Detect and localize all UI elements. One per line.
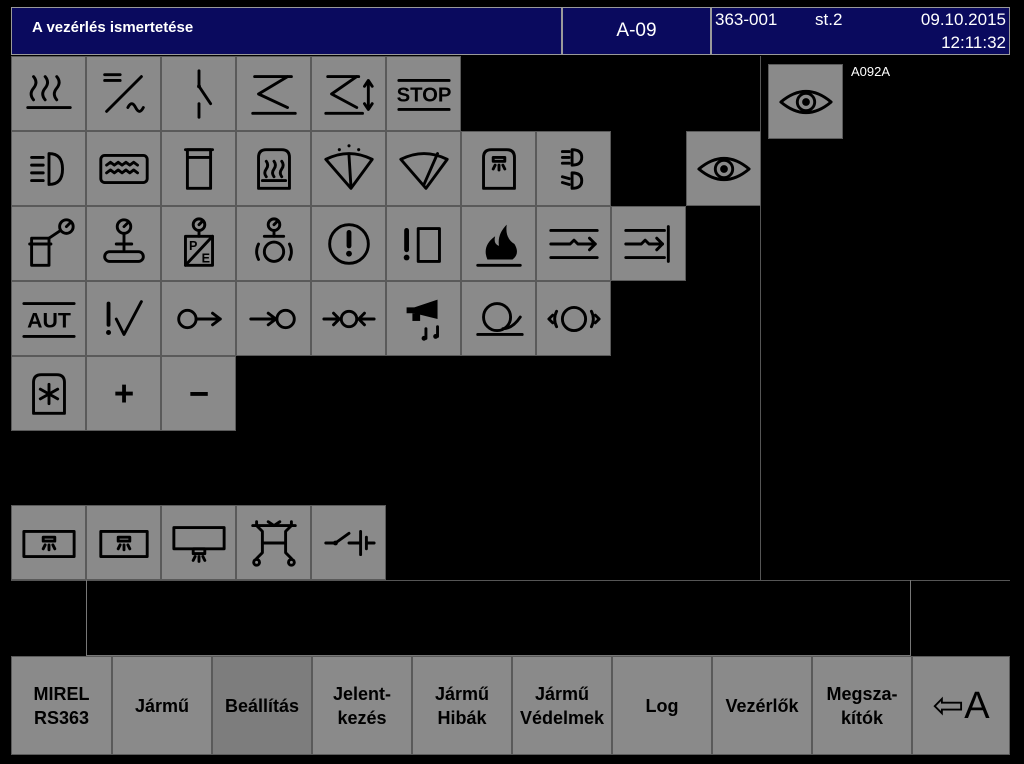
warning-circle-icon[interactable]: [311, 206, 386, 281]
nav-log-label: Log: [645, 695, 679, 716]
heating-panel-icon[interactable]: [86, 131, 161, 206]
nav-beallitas-label: Beállítás: [224, 695, 300, 716]
interior-light-small-icon[interactable]: [86, 505, 161, 580]
nav-vezerlok-label: Vezérlők: [725, 695, 799, 716]
nav-beallitas-button[interactable]: Beállítás: [212, 656, 312, 755]
headlight-beam-icon[interactable]: [536, 131, 611, 206]
roof-light-icon[interactable]: [161, 505, 236, 580]
screen-code-field: A-09: [562, 7, 711, 55]
cabinet-icon[interactable]: [161, 131, 236, 206]
status-panel: 363-001 st.2 09.10.2015 12:11:32: [711, 7, 1010, 55]
switch-icon[interactable]: [161, 56, 236, 131]
nav-mirel-label: MIREL RS363: [33, 683, 90, 728]
nav-megszakitok-label: Megsza- kítók: [826, 683, 898, 728]
pressure-pe-icon[interactable]: PE: [161, 206, 236, 281]
brake-both-icon[interactable]: [311, 281, 386, 356]
pressure-tank-icon[interactable]: [11, 206, 86, 281]
sanding-icon[interactable]: [461, 281, 536, 356]
nav-megszakitok-button[interactable]: Megsza- kítók: [812, 656, 912, 755]
nav-log-button[interactable]: Log: [612, 656, 712, 755]
message-divider-right: [910, 580, 911, 656]
coupling-icon[interactable]: [536, 206, 611, 281]
aut-icon[interactable]: AUT: [11, 281, 86, 356]
minus-icon[interactable]: −: [161, 356, 236, 431]
dc-ac-converter-icon[interactable]: [86, 56, 161, 131]
brake-release-icon[interactable]: [161, 281, 236, 356]
fire-icon[interactable]: [461, 206, 536, 281]
brake-apply-icon[interactable]: [236, 281, 311, 356]
preview-code-label: A092A: [851, 64, 891, 79]
check-icon[interactable]: [86, 281, 161, 356]
battery-switch-icon[interactable]: [311, 505, 386, 580]
wheel-pressure-icon[interactable]: [236, 206, 311, 281]
time-label: 12:11:32: [941, 33, 1006, 52]
cab-light-icon[interactable]: [461, 131, 536, 206]
nav-jarmu-label: Jármű: [134, 695, 190, 716]
horn-icon[interactable]: [386, 281, 461, 356]
pantograph-icon[interactable]: [236, 56, 311, 131]
wheel-slip-icon[interactable]: [536, 281, 611, 356]
aut-icon-text: AUT: [27, 308, 71, 332]
brake-pressure-icon[interactable]: [86, 206, 161, 281]
screen-code: A-09: [616, 20, 657, 41]
back-button[interactable]: ⇦A: [912, 656, 1010, 755]
nav-jarmu-vedelmek-label: Jármű Védelmek: [519, 683, 605, 728]
heater-icon[interactable]: [11, 56, 86, 131]
headlight-icon[interactable]: [11, 131, 86, 206]
nav-jarmu-hibak-button[interactable]: Jármű Hibák: [412, 656, 512, 755]
cab-heater-icon[interactable]: [236, 131, 311, 206]
plus-icon[interactable]: +: [86, 356, 161, 431]
nav-jelentkezes-button[interactable]: Jelent- kezés: [312, 656, 412, 755]
ac-snowflake-icon[interactable]: [11, 356, 86, 431]
wiper-spray-icon[interactable]: [311, 131, 386, 206]
nav-jarmu-vedelmek-button[interactable]: Jármű Védelmek: [512, 656, 612, 755]
preview-eye-icon: [768, 64, 843, 139]
bogie-icon[interactable]: [236, 505, 311, 580]
page-title: A vezérlés ismertetése: [32, 19, 194, 36]
nav-mirel-button[interactable]: MIREL RS363: [11, 656, 112, 755]
message-divider-left: [86, 580, 87, 656]
interior-light-icon[interactable]: [11, 505, 86, 580]
coupling-end-icon[interactable]: [611, 206, 686, 281]
pantograph-updown-icon[interactable]: [311, 56, 386, 131]
warning-box-icon[interactable]: [386, 206, 461, 281]
station-label: st.2: [815, 10, 843, 29]
date-label: 09.10.2015: [920, 10, 1006, 29]
nav-vezerlok-button[interactable]: Vezérlők: [712, 656, 812, 755]
pe-icon-e: E: [201, 251, 209, 265]
nav-jarmu-hibak-label: Jármű Hibák: [434, 683, 490, 728]
window-title-bar: A vezérlés ismertetése: [11, 7, 562, 55]
unit-number: 363-001: [715, 10, 778, 29]
plus-icon-text: +: [113, 374, 133, 413]
pe-icon-p: P: [189, 238, 197, 252]
wiper-icon[interactable]: [386, 131, 461, 206]
nav-jelentkezes-label: Jelent- kezés: [332, 683, 392, 728]
back-arrow-icon: ⇦A: [932, 684, 990, 727]
minus-icon-text: −: [188, 374, 208, 413]
eye-icon[interactable]: [686, 131, 761, 206]
main-bottom-divider: [11, 580, 1010, 581]
nav-jarmu-button[interactable]: Jármű: [112, 656, 212, 755]
stop-icon[interactable]: STOP: [386, 56, 461, 131]
stop-icon-text: STOP: [396, 84, 451, 106]
